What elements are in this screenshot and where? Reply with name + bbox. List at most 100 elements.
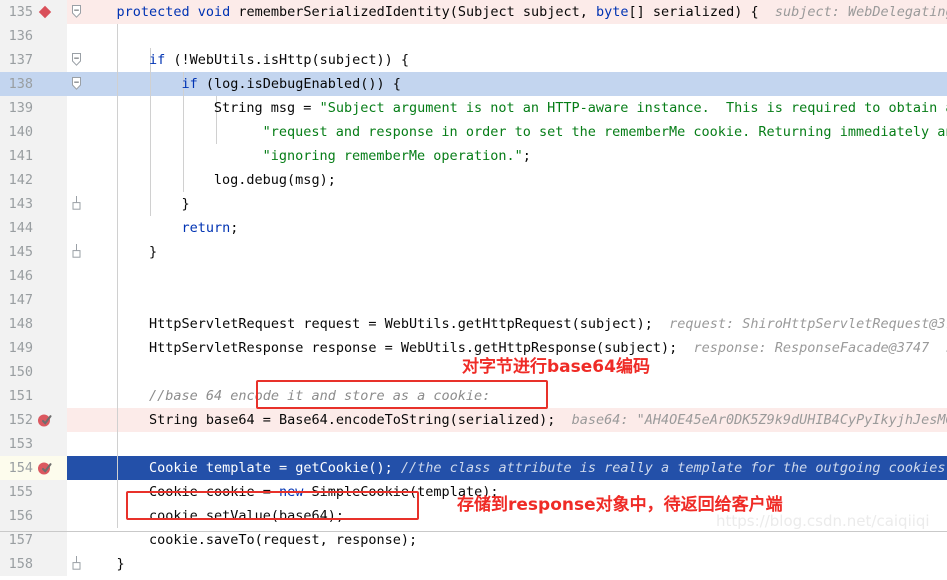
code-text[interactable]: } [84,192,189,216]
fold-collapse-icon[interactable] [71,52,82,68]
code-token-txt: String msg = [213,100,320,116]
gutter[interactable]: 144 [0,216,67,240]
code-line[interactable]: 143} [0,192,947,216]
line-number: 150 [8,364,33,380]
code-token-txt: rememberSerializedIdentity(Subject subje… [230,4,597,20]
code-token-hint: base64: "AH4OE45eAr0DK5Z9k9dUHIB4CyPyIky… [555,412,947,428]
gutter[interactable]: 137 [0,48,67,72]
line-number: 143 [8,196,33,212]
gutter[interactable]: 153 [0,432,67,456]
code-text[interactable]: } [84,552,125,576]
fold-collapse-icon[interactable] [71,4,82,20]
gutter[interactable]: 158 [0,552,67,576]
fold-strip [67,120,84,144]
breakpoint-icon[interactable] [37,412,53,428]
code-token-kw: if [148,52,166,68]
fold-strip [67,264,84,288]
code-line[interactable]: 138 if (log.isDebugEnabled()) { [0,72,947,96]
gutter[interactable]: 150 [0,360,67,384]
code-line[interactable]: 137 if (!WebUtils.isHttp(subject)) { [0,48,947,72]
code-token-str: "request and response in order to set th… [262,124,947,140]
line-number: 155 [8,484,33,500]
code-text[interactable]: } [84,240,157,264]
line-background [67,432,947,456]
code-text[interactable]: HttpServletRequest request = WebUtils.ge… [84,312,947,336]
code-editor[interactable]: 135 protected void rememberSerializedIden… [0,0,947,576]
code-line[interactable]: 152 String base64 = Base64.encodeToString… [0,408,947,432]
gutter[interactable]: 154 [0,456,67,480]
gutter[interactable]: 143 [0,192,67,216]
code-token-txt: } [116,556,125,572]
code-text[interactable]: String msg = "Subject argument is not an… [84,96,947,120]
gutter[interactable]: 139 [0,96,67,120]
gutter[interactable]: 152 [0,408,67,432]
bookmark-icon[interactable] [37,4,53,20]
gutter[interactable]: 145 [0,240,67,264]
line-number: 145 [8,244,33,260]
code-line[interactable]: 142 log.debug(msg); [0,168,947,192]
code-line[interactable]: 147 [0,288,947,312]
code-line[interactable]: 148 HttpServletRequest request = WebUtils… [0,312,947,336]
code-line[interactable]: 158} [0,552,947,576]
code-text[interactable]: Cookie cookie = new SimpleCookie(templat… [84,480,499,504]
line-background [67,552,947,576]
line-number: 135 [8,4,33,20]
code-line[interactable]: 145} [0,240,947,264]
code-text[interactable]: "ignoring rememberMe operation."; [84,144,531,168]
fold-end-icon[interactable] [71,244,82,260]
code-text[interactable]: String base64 = Base64.encodeToString(se… [84,408,947,432]
code-line[interactable]: 140 "request and response in order to set… [0,120,947,144]
fold-strip [67,24,84,48]
gutter[interactable]: 147 [0,288,67,312]
gutter[interactable]: 142 [0,168,67,192]
code-text[interactable]: log.debug(msg); [84,168,336,192]
line-background [67,24,947,48]
code-line[interactable]: 146 [0,264,947,288]
code-text[interactable]: //base 64 encode it and store as a cooki… [84,384,490,408]
code-text[interactable]: if (log.isDebugEnabled()) { [84,72,401,96]
gutter[interactable]: 141 [0,144,67,168]
code-line[interactable]: 141 "ignoring rememberMe operation."; [0,144,947,168]
code-line[interactable]: 154 Cookie template = getCookie(); //the … [0,456,947,480]
gutter[interactable]: 151 [0,384,67,408]
code-text[interactable]: Cookie template = getCookie(); //the cla… [84,456,946,480]
code-line[interactable]: 136 [0,24,947,48]
code-line[interactable]: 135 protected void rememberSerializedIden… [0,0,947,24]
code-text[interactable]: protected void rememberSerializedIdentit… [84,0,947,24]
code-text[interactable]: "request and response in order to set th… [84,120,947,144]
fold-strip [67,96,84,120]
gutter[interactable]: 148 [0,312,67,336]
bottom-divider [0,531,947,532]
code-text[interactable]: cookie.setValue(base64); [84,504,344,528]
code-token-txt: cookie.setValue(base64); [148,508,345,524]
code-line[interactable]: 144 return; [0,216,947,240]
line-number: 136 [8,28,33,44]
code-token-kw: return [181,220,231,236]
gutter[interactable]: 138 [0,72,67,96]
fold-end-icon[interactable] [71,196,82,212]
code-line[interactable]: 139 String msg = "Subject argument is not… [0,96,947,120]
gutter[interactable]: 155 [0,480,67,504]
code-token-txt: (log.isDebugEnabled()) { [197,76,401,92]
breakpoint-icon[interactable] [37,460,53,476]
gutter[interactable]: 135 [0,0,67,24]
code-token-kw: new [279,484,304,500]
gutter[interactable]: 156 [0,504,67,528]
code-text[interactable]: if (!WebUtils.isHttp(subject)) { [84,48,409,72]
line-number: 153 [8,436,33,452]
line-number: 142 [8,172,33,188]
code-token-str: "Subject argument is not an HTTP-aware i… [319,100,947,116]
fold-end-icon[interactable] [71,556,82,572]
gutter[interactable]: 140 [0,120,67,144]
code-token-kw: if [181,76,198,92]
gutter[interactable]: 146 [0,264,67,288]
gutter[interactable]: 136 [0,24,67,48]
gutter[interactable]: 149 [0,336,67,360]
code-line[interactable]: 151 //base 64 encode it and store as a co… [0,384,947,408]
code-line[interactable]: 153 [0,432,947,456]
fold-collapse-icon[interactable] [71,76,82,92]
line-background [67,240,947,264]
code-text[interactable]: return; [84,216,238,240]
code-token-hint: subject: WebDelegatingSub [774,4,947,20]
